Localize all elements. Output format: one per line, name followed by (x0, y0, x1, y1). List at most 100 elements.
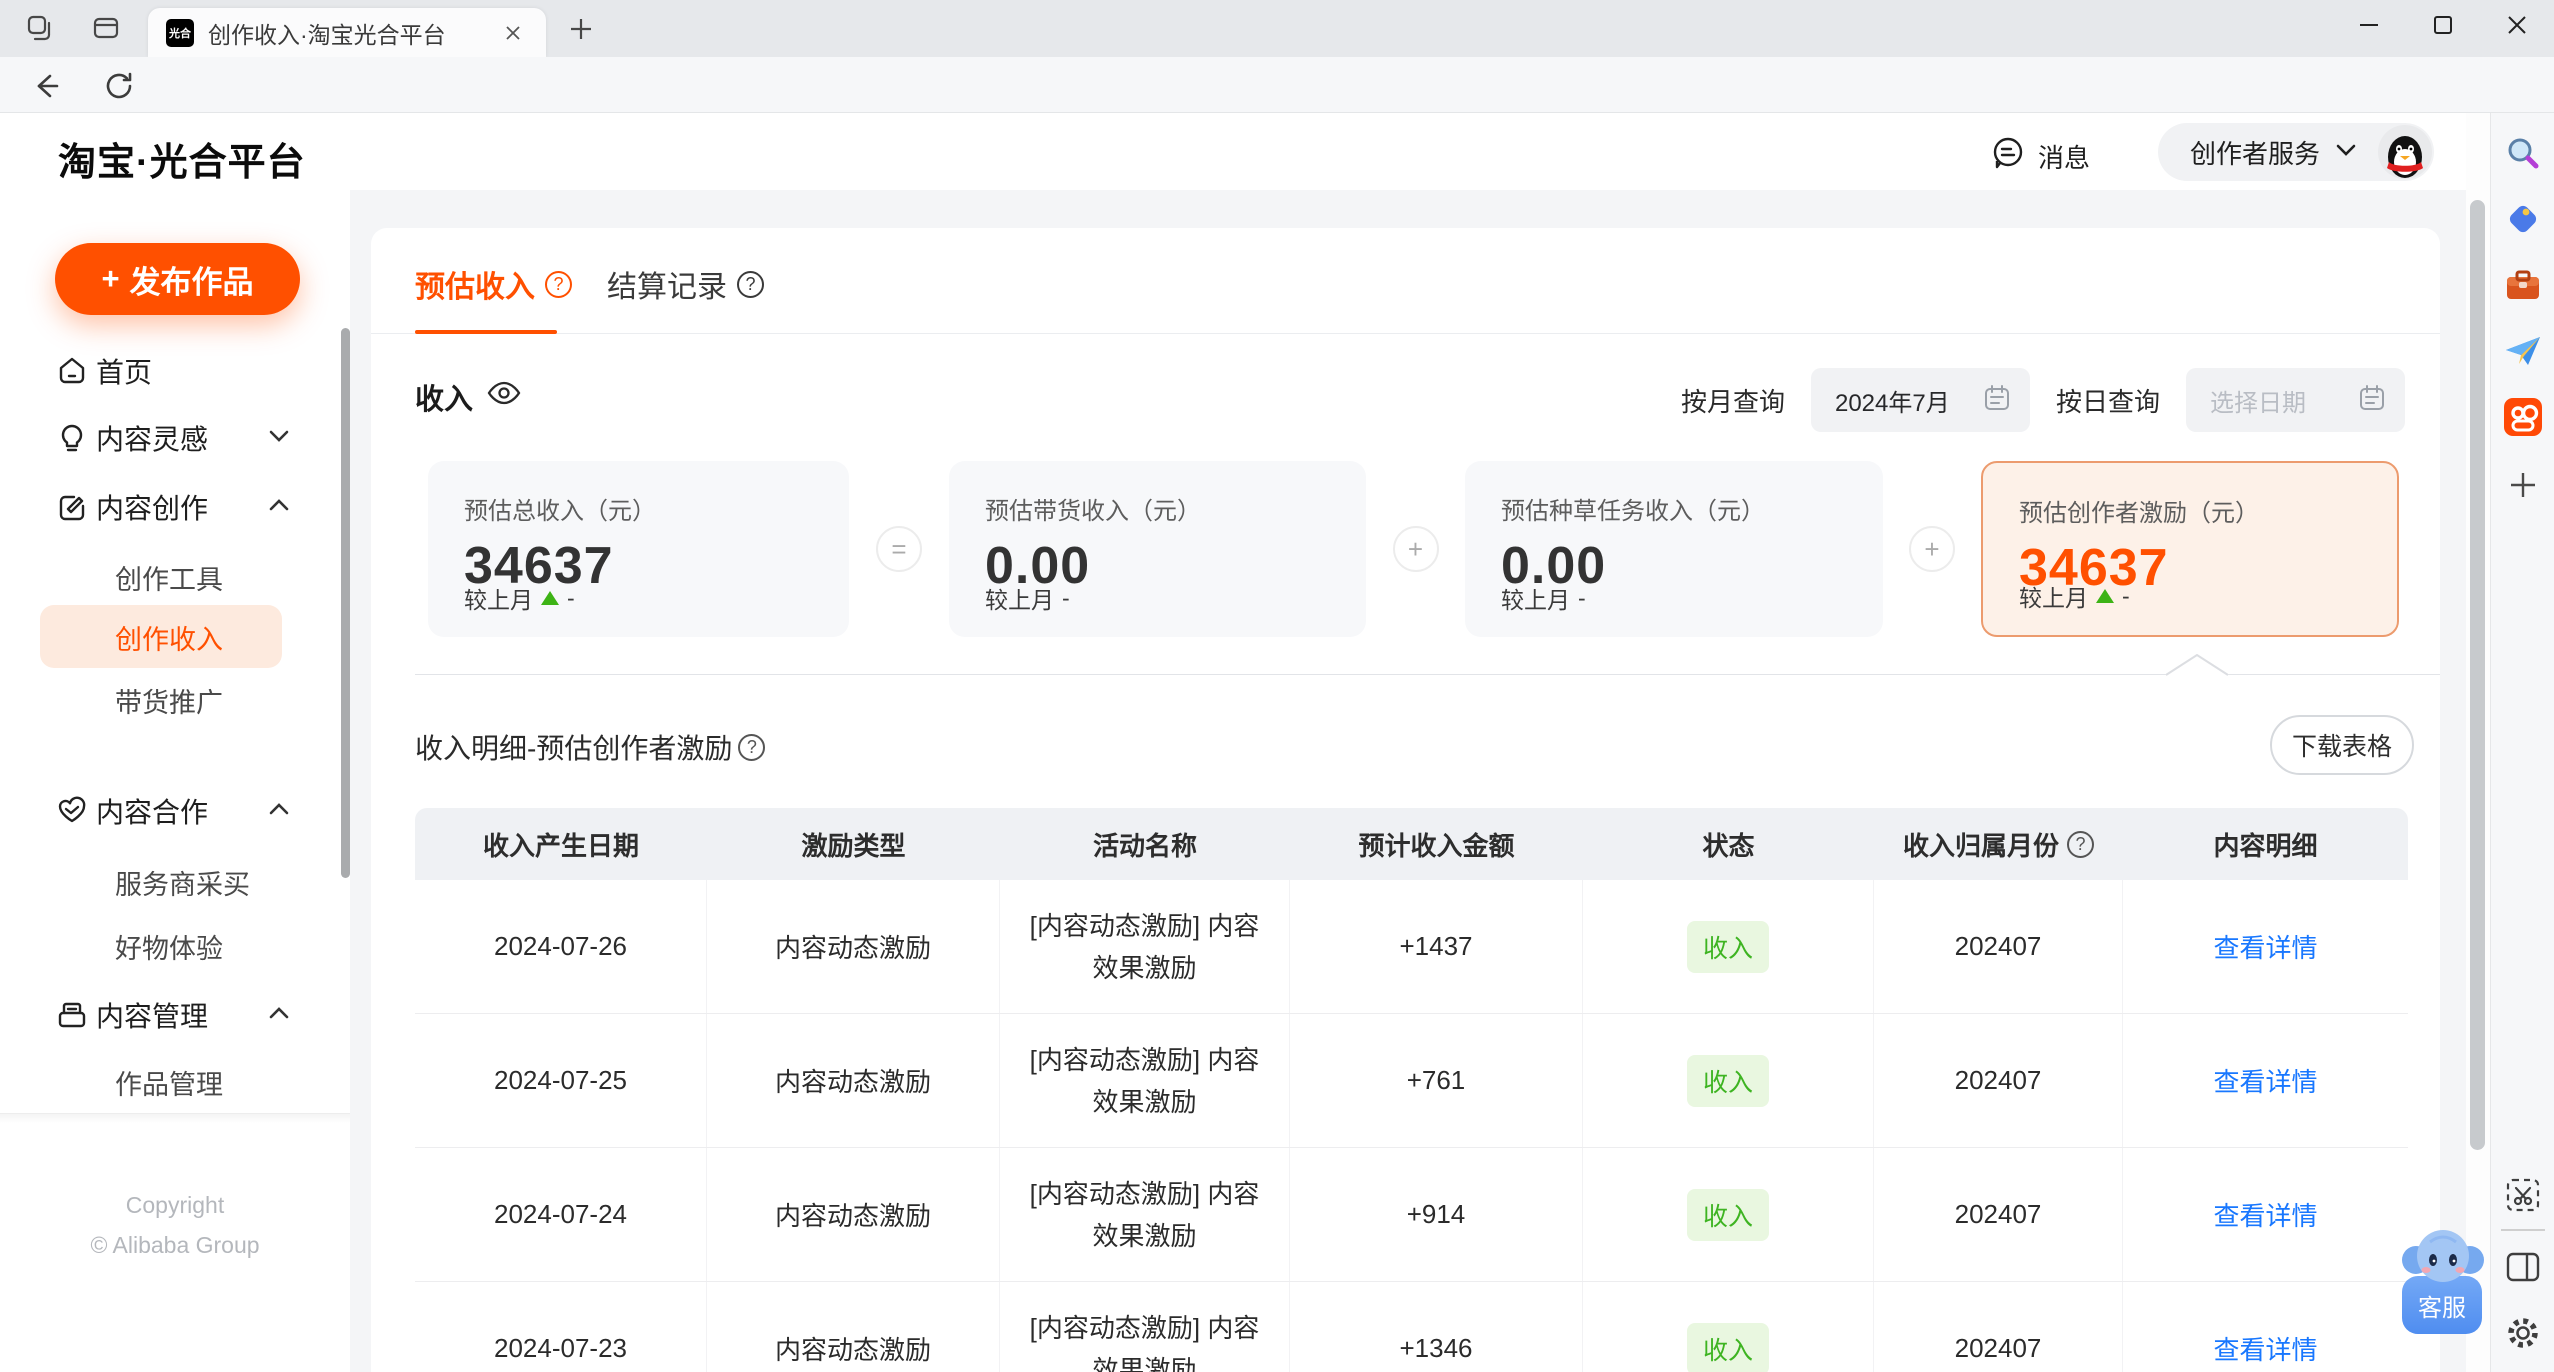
tab-settlement-record[interactable]: 结算记录 ? (607, 262, 764, 306)
eye-icon[interactable] (487, 380, 521, 414)
sidebar-item-inspiration[interactable]: 内容灵感 (0, 406, 350, 470)
sidebar-toolbox-icon[interactable] (2503, 265, 2543, 305)
sidebar-add-icon[interactable] (2503, 465, 2543, 505)
equals-operator: = (876, 526, 922, 572)
screenshot-icon[interactable] (2503, 1175, 2543, 1215)
stat-card-sales-income: 预估带货收入（元） 0.00 较上月 - (949, 461, 1366, 637)
sidebar-send-icon[interactable] (2503, 331, 2543, 371)
status-badge: 收入 (1686, 1322, 1769, 1372)
sidebar-item-good-experience[interactable]: 好物体验 (0, 914, 350, 978)
status-badge: 收入 (1686, 1054, 1769, 1107)
month-picker[interactable]: 2024年7月 (1810, 368, 2030, 432)
edit-square-icon (55, 490, 89, 524)
date-picker[interactable]: 选择日期 (2186, 368, 2405, 432)
active-tab-underline (415, 330, 557, 334)
sidebar-item-cooperation[interactable]: 内容合作 (0, 779, 350, 843)
page-scrollbar[interactable] (2466, 113, 2490, 1372)
sidebar-item-create-income[interactable]: 创作收入 (0, 605, 350, 669)
section-divider (415, 674, 2440, 675)
table-row: 2024-07-24 内容动态激励 [内容动态激励] 内容效果激励 +914 收… (415, 1148, 2408, 1282)
income-detail-table: 收入产生日期 激励类型 活动名称 预计收入金额 状态 收入归属月份? 内容明细 … (415, 808, 2408, 1372)
messages-label: 消息 (2038, 143, 2091, 173)
browser-window: 光合 创作收入·淘宝光合平台 https://creator.guanghe.t (0, 0, 2554, 1372)
message-icon (1990, 135, 2026, 178)
help-icon[interactable]: ? (738, 733, 766, 761)
user-avatar[interactable] (2378, 125, 2432, 179)
view-details-link[interactable]: 查看详情 (2213, 1330, 2317, 1367)
chevron-down-icon (2334, 142, 2358, 163)
creator-service-dropdown[interactable]: 创作者服务 (2158, 123, 2434, 181)
chevron-up-icon (268, 498, 290, 517)
stat-card-creator-incentive[interactable]: 预估创作者激励（元） 34637 较上月 - (1981, 461, 2399, 637)
tab-title: 创作收入·淘宝光合平台 (208, 21, 446, 48)
back-icon[interactable] (28, 67, 66, 105)
sidebar-shopping-icon[interactable] (2503, 199, 2543, 239)
sidebar-item-home[interactable]: 首页 (0, 339, 350, 403)
chevron-down-icon (268, 429, 290, 448)
chevron-up-icon (268, 802, 290, 821)
creator-service-label: 创作者服务 (2190, 138, 2321, 169)
calendar-icon (1984, 384, 2010, 417)
refresh-icon[interactable] (100, 67, 138, 105)
sidebar-item-service-purchase[interactable]: 服务商采买 (0, 850, 350, 914)
help-icon[interactable]: ? (545, 270, 572, 298)
site-header: 淘宝·光合平台 消息 创作者服务 (0, 113, 2466, 190)
view-details-link[interactable]: 查看详情 (2213, 928, 2317, 965)
home-icon (55, 354, 89, 388)
sidebar-kuaishou-icon[interactable] (2503, 397, 2543, 437)
sidebar-item-content-create[interactable]: 内容创作 (0, 475, 350, 539)
calendar-icon (2359, 384, 2385, 417)
sidebar-search-icon[interactable] (2503, 133, 2543, 173)
table-header-row: 收入产生日期 激励类型 活动名称 预计收入金额 状态 收入归属月份? 内容明细 (415, 808, 2408, 880)
view-details-link[interactable]: 查看详情 (2213, 1196, 2317, 1233)
site-logo[interactable]: 淘宝·光合平台 (58, 131, 306, 186)
customer-service-button[interactable]: 客服 (2402, 1230, 2484, 1334)
workspaces-icon[interactable] (22, 10, 58, 46)
sidebar-item-work-manage[interactable]: 作品管理 (0, 1050, 350, 1114)
elephant-mascot-icon (2402, 1230, 2484, 1282)
browser-tab-bar: 光合 创作收入·淘宝光合平台 (0, 0, 2554, 57)
sidebar-panel-icon[interactable] (2503, 1247, 2543, 1287)
selected-card-caret (2165, 653, 2229, 681)
heart-hand-icon (55, 794, 89, 828)
sidebar-item-content-manage[interactable]: 内容管理 (0, 983, 350, 1047)
sidebar-item-create-tools[interactable]: 创作工具 (0, 545, 350, 609)
stat-card-total-income: 预估总收入（元） 34637 较上月 - (428, 461, 849, 637)
tab-actions-icon[interactable] (88, 10, 124, 46)
scrollbar-thumb[interactable] (2470, 200, 2485, 1150)
copyright-text: Copyright © Alibaba Group (90, 1192, 260, 1258)
status-badge: 收入 (1686, 1188, 1769, 1241)
stat-card-seeding-task-income: 预估种草任务收入（元） 0.00 较上月 - (1465, 461, 1883, 637)
site-favicon: 光合 (166, 18, 194, 47)
plus-icon: + (101, 261, 120, 296)
by-day-label: 按日查询 (2055, 386, 2160, 417)
edge-sidebar (2490, 113, 2554, 1372)
help-icon[interactable]: ? (2067, 830, 2094, 858)
download-table-button[interactable]: 下载表格 (2270, 715, 2414, 775)
up-triangle-icon (541, 591, 559, 605)
window-close-icon[interactable] (2480, 0, 2554, 50)
browser-tab[interactable]: 光合 创作收入·淘宝光合平台 (148, 8, 546, 57)
income-card: 预估收入 ? 结算记录 ? 收入 按月查询 2024年7月 按日查询 选择日期 … (371, 228, 2440, 1372)
sidebar-item-promotion[interactable]: 带货推广 (0, 668, 350, 732)
up-triangle-icon (2096, 589, 2114, 603)
plus-operator: + (1392, 526, 1439, 572)
window-minimize-icon[interactable] (2332, 0, 2406, 50)
sidebar-scrollbar[interactable] (341, 328, 350, 878)
tab-close-icon[interactable] (498, 18, 528, 48)
view-details-link[interactable]: 查看详情 (2213, 1062, 2317, 1099)
chevron-up-icon (268, 1006, 290, 1025)
stat-cards-row: 预估总收入（元） 34637 较上月 - = 预估带货收入（元） 0.00 较上月… (428, 461, 2399, 637)
window-maximize-icon[interactable] (2406, 0, 2480, 50)
plus-operator: + (1909, 526, 1955, 572)
sidebar-settings-icon[interactable] (2503, 1313, 2543, 1353)
publish-work-button[interactable]: + 发布作品 (55, 243, 300, 315)
help-icon[interactable]: ? (737, 270, 764, 298)
tab-estimated-income[interactable]: 预估收入 ? (415, 262, 572, 306)
site-sidebar: + 发布作品 首页 内容灵感 内容创作 创作工具 创作收入 带货推广 内容合作 … (0, 190, 350, 1372)
new-tab-icon[interactable] (566, 14, 596, 49)
page-tabs: 预估收入 ? 结算记录 ? (371, 228, 2440, 334)
messages-button[interactable]: 消息 (1990, 135, 2090, 178)
table-row: 2024-07-23 内容动态激励 [内容动态激励] 内容效果激励 +1346 … (415, 1282, 2408, 1372)
browser-toolbar: https://creator.guanghe.taobao.com/page/… (0, 57, 2554, 164)
